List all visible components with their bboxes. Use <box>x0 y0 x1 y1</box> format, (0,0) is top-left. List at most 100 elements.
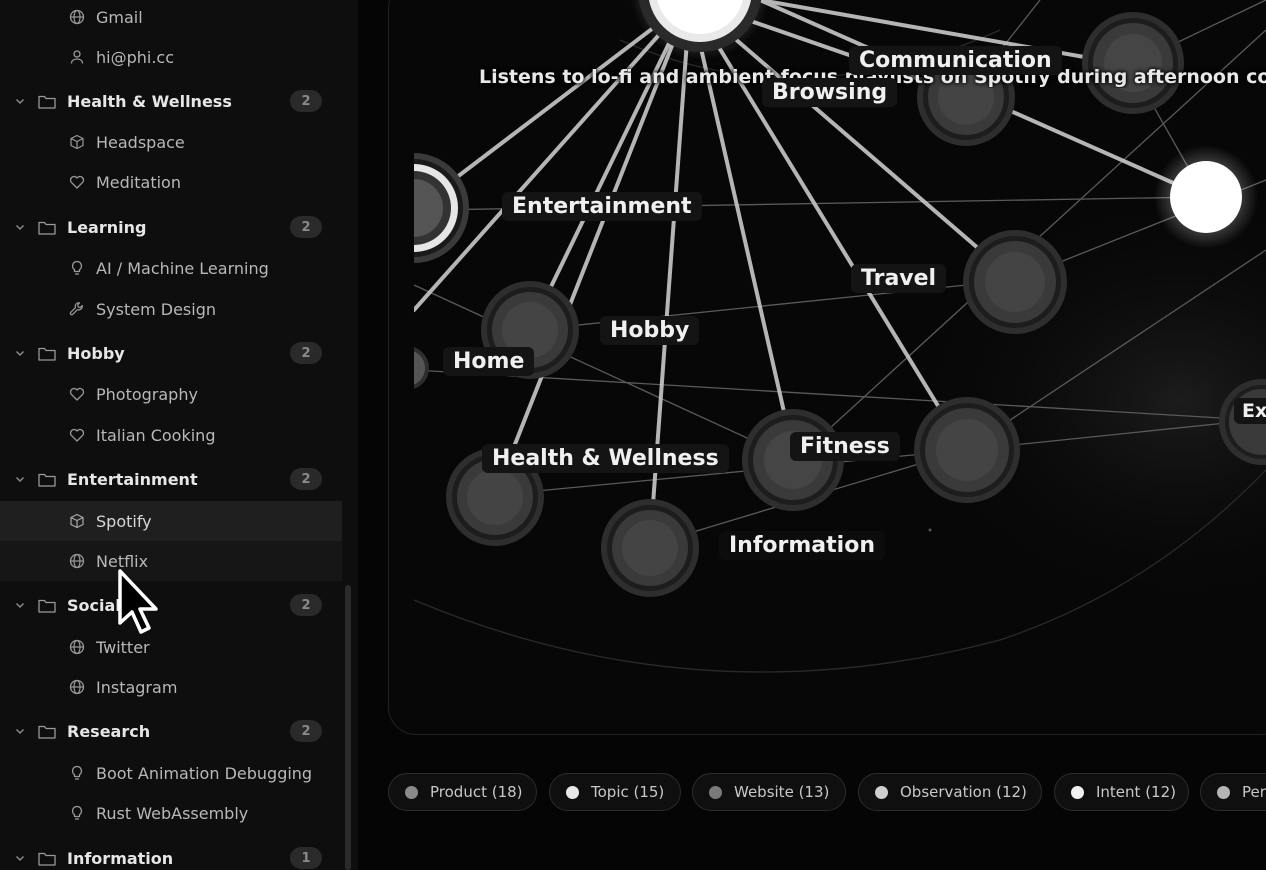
legend-dot <box>875 785 888 799</box>
legend-pill-intent[interactable]: Intent (12) <box>1054 773 1189 811</box>
graph-label-information[interactable]: Information <box>719 531 885 560</box>
graph-label-browsing[interactable]: Browsing <box>762 78 898 107</box>
graph-label-communication[interactable]: Communication <box>849 46 1062 75</box>
sidebar-item-label: AI / Machine Learning <box>96 258 269 278</box>
legend-label: Per <box>1242 783 1266 801</box>
group-information[interactable]: Information 1 <box>0 838 342 870</box>
group-research[interactable]: Research 2 <box>0 711 342 751</box>
sidebar-scrollbar[interactable] <box>345 585 351 870</box>
sidebar-item-email[interactable]: hi@phi.cc <box>0 37 342 77</box>
legend: Product (18) Topic (15) Website (13) Obs… <box>388 773 1266 813</box>
lightbulb-icon <box>68 259 86 277</box>
legend-dot <box>1071 785 1084 799</box>
graph-label-home[interactable]: Home <box>443 347 535 376</box>
count-badge: 2 <box>290 720 322 742</box>
count-badge: 2 <box>290 342 322 364</box>
heart-icon <box>68 426 86 444</box>
graph-label-ex[interactable]: Ex <box>1234 398 1266 424</box>
legend-label: Intent (12) <box>1096 783 1176 801</box>
sidebar-item-headspace[interactable]: Headspace <box>0 122 342 162</box>
chevron-down-icon[interactable] <box>13 220 27 234</box>
sidebar-item-netflix[interactable]: Netflix <box>0 541 342 581</box>
globe-icon <box>68 638 86 656</box>
sidebar-item-boot-animation[interactable]: Boot Animation Debugging <box>0 753 342 793</box>
graph-node[interactable] <box>963 230 1067 334</box>
legend-dot <box>709 785 722 799</box>
legend-label: Topic (15) <box>591 783 665 801</box>
sidebar-item-label: Italian Cooking <box>96 425 216 445</box>
group-label: Hobby <box>67 343 125 363</box>
globe-icon <box>68 552 86 570</box>
folder-icon <box>38 471 56 487</box>
cube-icon <box>68 133 86 151</box>
sidebar-item-label: Rust WebAssembly <box>96 803 249 823</box>
sidebar-item-meditation[interactable]: Meditation <box>0 162 342 202</box>
legend-pill-topic[interactable]: Topic (15) <box>549 773 681 811</box>
sidebar-item-spotify[interactable]: Spotify <box>0 501 342 541</box>
sidebar-item-twitter[interactable]: Twitter <box>0 627 342 667</box>
count-badge: 2 <box>290 216 322 238</box>
group-health-wellness[interactable]: Health & Wellness 2 <box>0 81 342 121</box>
lightbulb-icon <box>68 764 86 782</box>
sidebar-item-label: System Design <box>96 299 216 319</box>
sidebar-item-ai-ml[interactable]: AI / Machine Learning <box>0 248 342 288</box>
group-entertainment[interactable]: Entertainment 2 <box>0 459 342 499</box>
legend-dot <box>1217 785 1230 799</box>
sidebar-item-label: Boot Animation Debugging <box>96 763 313 783</box>
knowledge-graph[interactable] <box>414 0 1266 733</box>
count-badge: 2 <box>290 594 322 616</box>
legend-pill-website[interactable]: Website (13) <box>692 773 846 811</box>
chevron-down-icon[interactable] <box>13 851 27 865</box>
sidebar-item-photography[interactable]: Photography <box>0 374 342 414</box>
graph-label-health-wellness[interactable]: Health & Wellness <box>482 444 729 473</box>
graph-label-entertainment[interactable]: Entertainment <box>502 192 702 221</box>
heart-icon <box>68 173 86 191</box>
sidebar-item-label: Gmail <box>96 7 143 27</box>
group-label: Entertainment <box>67 469 198 489</box>
graph-node[interactable] <box>601 499 699 597</box>
graph-node-selected[interactable] <box>414 153 469 263</box>
sidebar-item-label: Instagram <box>96 677 178 697</box>
heart-icon <box>68 385 86 403</box>
sidebar-item-label: Photography <box>96 384 198 404</box>
group-social[interactable]: Social 2 <box>0 585 342 625</box>
legend-label: Observation (12) <box>900 783 1027 801</box>
sidebar-item-italian-cooking[interactable]: Italian Cooking <box>0 415 342 455</box>
group-label: Social <box>67 595 121 615</box>
sidebar-item-system-design[interactable]: System Design <box>0 289 342 329</box>
chevron-down-icon[interactable] <box>13 346 27 360</box>
chevron-down-icon[interactable] <box>13 472 27 486</box>
folder-icon <box>38 597 56 613</box>
graph-node-highlighted[interactable] <box>1154 145 1258 249</box>
graph-node[interactable] <box>1082 12 1184 114</box>
legend-pill-product[interactable]: Product (18) <box>388 773 537 811</box>
graph-label-hobby[interactable]: Hobby <box>600 316 700 345</box>
sidebar-item-instagram[interactable]: Instagram <box>0 667 342 707</box>
folder-icon <box>38 345 56 361</box>
group-label: Health & Wellness <box>67 91 232 111</box>
sidebar-item-label: Meditation <box>96 172 181 192</box>
legend-pill-per[interactable]: Per <box>1200 773 1266 811</box>
graph-dot <box>928 528 932 532</box>
folder-icon <box>38 219 56 235</box>
chevron-down-icon[interactable] <box>13 598 27 612</box>
sidebar-item-label: Headspace <box>96 132 185 152</box>
chevron-down-icon[interactable] <box>13 724 27 738</box>
sidebar-item-gmail[interactable]: Gmail <box>0 0 342 37</box>
graph-label-fitness[interactable]: Fitness <box>790 432 900 461</box>
sidebar-item-label: hi@phi.cc <box>96 47 175 67</box>
group-label: Learning <box>67 217 147 237</box>
count-badge: 2 <box>290 468 322 490</box>
legend-pill-observation[interactable]: Observation (12) <box>858 773 1042 811</box>
chevron-down-icon[interactable] <box>13 94 27 108</box>
graph-label-travel[interactable]: Travel <box>851 264 947 293</box>
group-hobby[interactable]: Hobby 2 <box>0 333 342 373</box>
sidebar-item-rust-wasm[interactable]: Rust WebAssembly <box>0 793 342 833</box>
group-label: Research <box>67 721 151 741</box>
group-learning[interactable]: Learning 2 <box>0 207 342 247</box>
mouse-cursor-icon <box>118 569 158 634</box>
graph-node[interactable] <box>414 347 429 389</box>
legend-dot <box>566 785 579 799</box>
graph-node[interactable] <box>914 397 1020 503</box>
globe-icon <box>68 678 86 696</box>
